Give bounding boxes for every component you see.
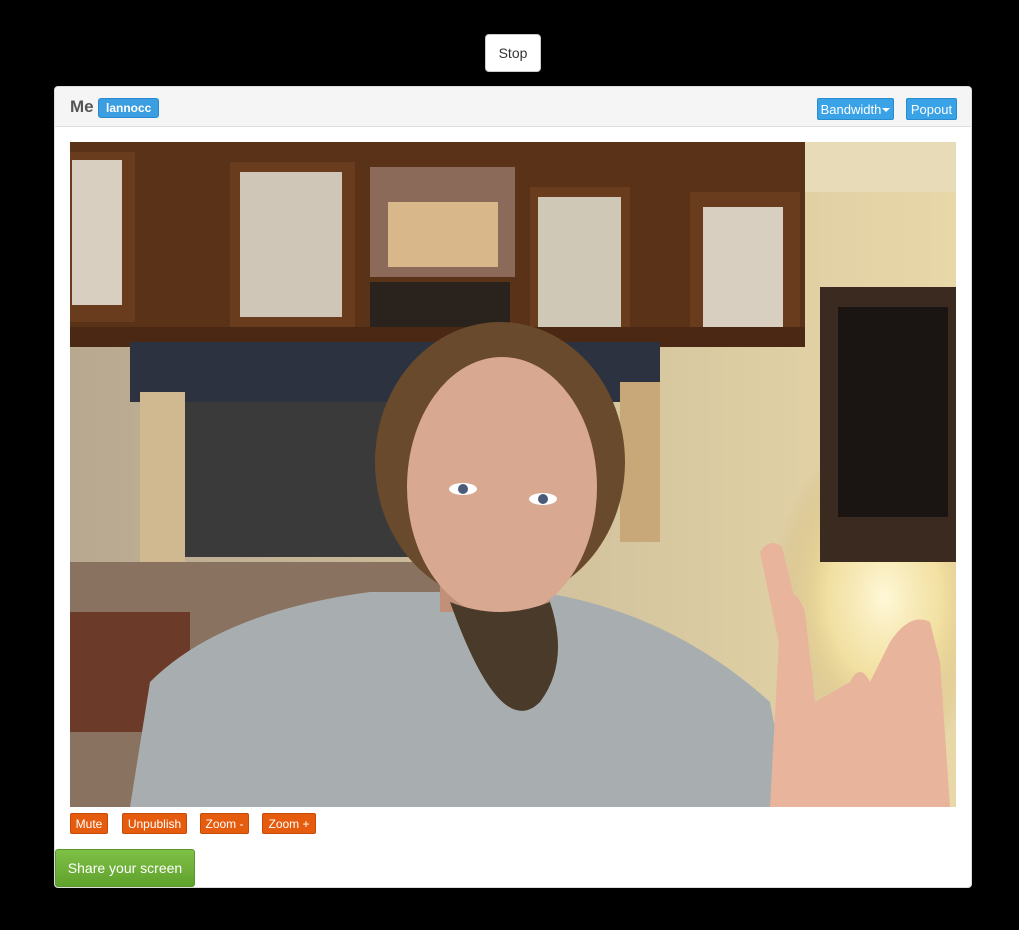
zoom-out-button[interactable]: Zoom - [200, 813, 249, 834]
unpublish-button[interactable]: Unpublish [122, 813, 187, 834]
bandwidth-dropdown-button[interactable]: Bandwidth [817, 98, 894, 120]
bandwidth-label: Bandwidth [820, 101, 882, 117]
popout-button[interactable]: Popout [906, 98, 957, 120]
mute-button[interactable]: Mute [70, 813, 108, 834]
share-screen-button[interactable]: Share your screen [55, 849, 195, 887]
webcam-video [70, 142, 956, 807]
panel-title: Me [70, 97, 94, 116]
stop-button[interactable]: Stop [485, 34, 541, 72]
username-badge: lannocc [98, 98, 160, 118]
webcam-image [70, 142, 956, 807]
zoom-in-button[interactable]: Zoom + [262, 813, 316, 834]
video-panel: Me lannocc Bandwidth Popout Mute Unpubli… [54, 86, 972, 888]
caret-down-icon [882, 108, 891, 112]
panel-header: Me lannocc Bandwidth Popout [55, 87, 971, 127]
